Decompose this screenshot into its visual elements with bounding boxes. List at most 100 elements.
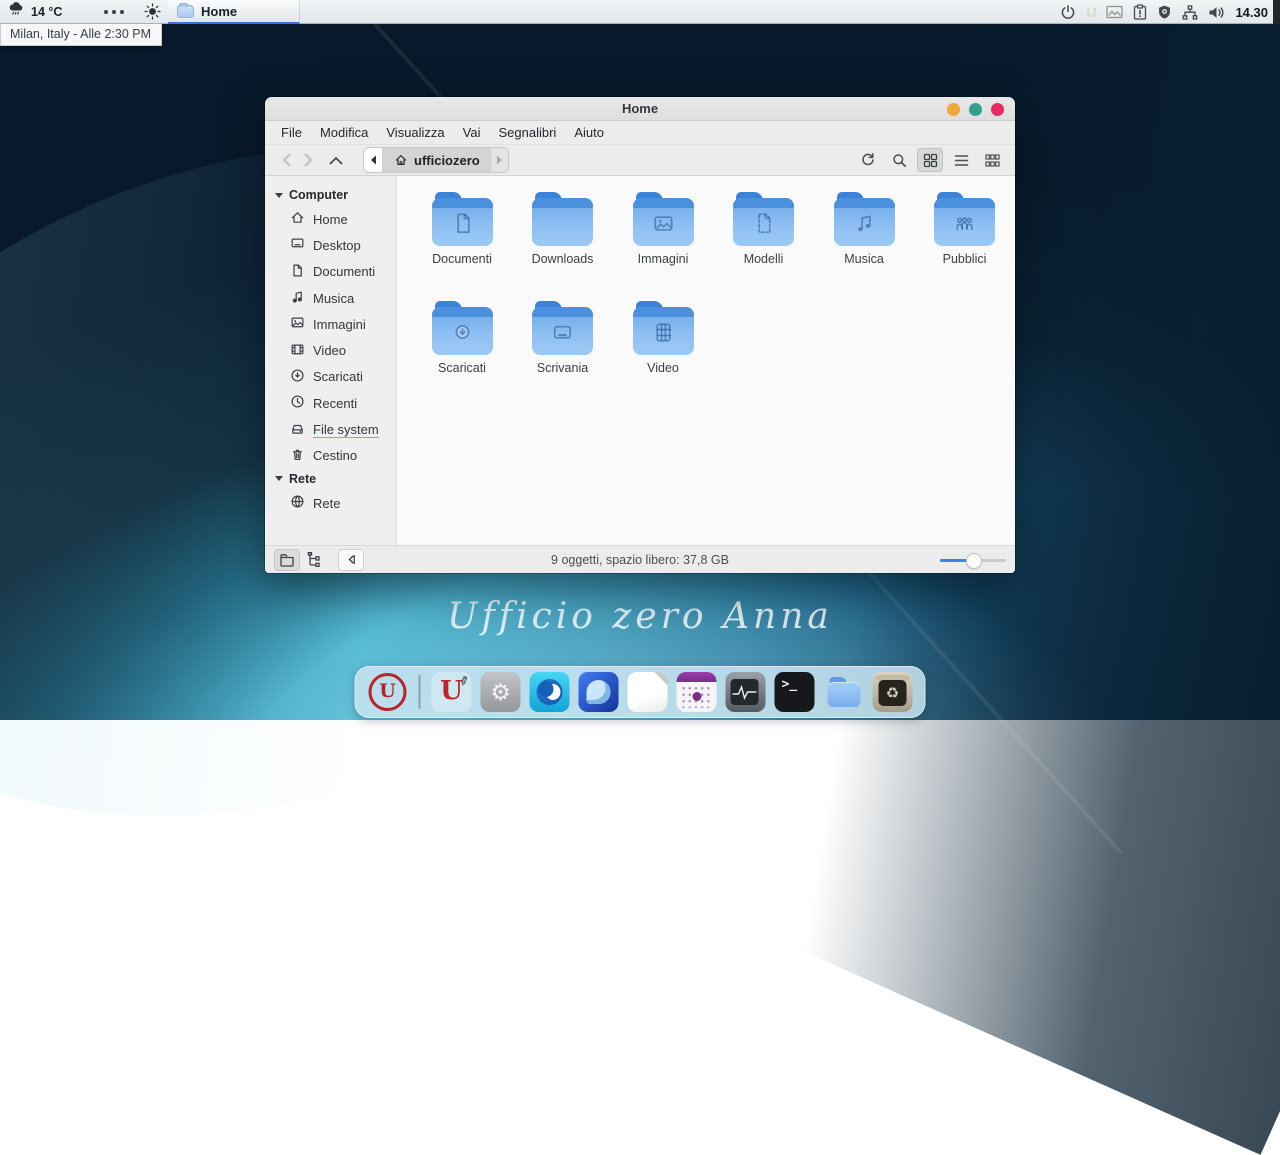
sidebar-item-label: File system — [313, 422, 379, 438]
dock-item-file-manager[interactable] — [824, 672, 864, 712]
dock-item-web-browser[interactable] — [530, 672, 570, 712]
sidebar-item-desktop[interactable]: Desktop — [265, 232, 396, 258]
minimize-button[interactable] — [947, 103, 960, 116]
image-glyph-icon — [650, 210, 677, 242]
sidebar-item-video[interactable]: Video — [265, 337, 396, 363]
sidebar-item-home[interactable]: Home — [265, 206, 396, 232]
sidebar-item-rete[interactable]: Rete — [265, 490, 396, 516]
clock-icon — [290, 394, 305, 412]
ufficiozero-updater-icon[interactable]: U — [1086, 4, 1096, 20]
dock-item-thunderbird-mail[interactable] — [579, 672, 619, 712]
sidebar-section-rete[interactable]: Rete — [265, 469, 396, 490]
wallpaper-signature: Ufficio zero Anna — [0, 596, 1280, 637]
menu-file[interactable]: File — [272, 123, 311, 142]
sidebar-item-file-system[interactable]: File system — [265, 416, 396, 442]
file-folder-documenti[interactable]: Documenti — [412, 189, 512, 298]
dock-item-settings[interactable]: ⚙ — [481, 672, 521, 712]
temperature-label: 14 °C — [31, 5, 62, 19]
power-icon[interactable] — [1060, 4, 1076, 20]
sidebar-item-label: Documenti — [313, 264, 375, 279]
maximize-button[interactable] — [969, 103, 982, 116]
dock-item-ufficiozero-menu[interactable]: U — [368, 672, 408, 712]
window-controls — [947, 97, 1004, 121]
hide-panel-button[interactable] — [338, 549, 364, 571]
template-glyph-icon — [750, 210, 777, 242]
document-icon — [290, 263, 305, 281]
music-icon — [290, 289, 305, 307]
file-folder-scaricati[interactable]: Scaricati — [412, 298, 512, 407]
file-folder-pubblici[interactable]: Pubblici — [915, 189, 1015, 298]
brightness-icon[interactable] — [144, 3, 161, 20]
sidebar-item-recenti[interactable]: Recenti — [265, 390, 396, 416]
show-desktop-button[interactable] — [1273, 0, 1280, 24]
file-folder-scrivania[interactable]: Scrivania — [513, 298, 613, 407]
file-label: Documenti — [412, 252, 512, 266]
weather-widget[interactable]: 14 °C — [0, 0, 70, 23]
list-view-button[interactable] — [948, 148, 974, 172]
folder-icon — [934, 192, 995, 248]
menu-vai[interactable]: Vai — [454, 123, 490, 142]
zoom-slider-handle[interactable] — [967, 554, 981, 568]
close-button[interactable] — [991, 103, 1004, 116]
window-titlebar[interactable]: Home — [265, 97, 1015, 121]
file-manager-window: Home FileModificaVisualizzaVaiSegnalibri… — [265, 97, 1015, 573]
sidebar-item-musica[interactable]: Musica — [265, 285, 396, 311]
clipboard-icon[interactable] — [1133, 4, 1147, 20]
dock-item-terminal[interactable]: >_ — [775, 672, 815, 712]
network-icon[interactable] — [1182, 5, 1198, 20]
folder-view[interactable]: DocumentiDownloadsImmaginiModelliMusicaP… — [397, 176, 1015, 545]
tree-pane-button[interactable] — [300, 549, 326, 571]
panel-menu-icon[interactable] — [104, 10, 124, 14]
sidebar-item-label: Musica — [313, 291, 354, 306]
menu-aiuto[interactable]: Aiuto — [565, 123, 613, 142]
sidebar-section-computer[interactable]: Computer — [265, 185, 396, 206]
folder-icon — [532, 301, 593, 357]
back-button[interactable] — [275, 148, 297, 172]
clock-label[interactable]: 14.30 — [1235, 5, 1268, 20]
video-icon — [290, 342, 305, 360]
places-pane-button[interactable] — [274, 549, 300, 571]
image-viewer-icon[interactable] — [1106, 5, 1123, 19]
sidebar-section-label: Computer — [289, 188, 348, 202]
path-scroll-left-button[interactable] — [364, 148, 383, 172]
home-icon — [290, 210, 305, 228]
file-folder-video[interactable]: Video — [613, 298, 713, 407]
dock-item-system-monitor[interactable] — [726, 672, 766, 712]
collapse-triangle-icon — [275, 193, 283, 198]
dock-item-uzl-launcher[interactable]: U✎ — [432, 672, 472, 712]
path-scroll-right-button[interactable] — [491, 148, 508, 172]
volume-icon[interactable] — [1208, 5, 1225, 20]
shield-security-icon[interactable] — [1157, 4, 1172, 20]
file-folder-musica[interactable]: Musica — [814, 189, 914, 298]
path-location-label: ufficiozero — [414, 153, 480, 168]
icon-view-button[interactable] — [917, 148, 943, 172]
sidebar-item-label: Rete — [313, 496, 340, 511]
up-button[interactable] — [325, 148, 347, 172]
sidebar-item-cestino[interactable]: Cestino — [265, 443, 396, 469]
menu-segnalibri[interactable]: Segnalibri — [490, 123, 566, 142]
reload-button[interactable] — [855, 148, 881, 172]
sidebar-item-scaricati[interactable]: Scaricati — [265, 364, 396, 390]
sidebar-item-documenti[interactable]: Documenti — [265, 259, 396, 285]
forward-button[interactable] — [297, 148, 319, 172]
status-text: 9 oggetti, spazio libero: 37,8 GB — [265, 553, 1015, 567]
system-tray: U 14.30 — [1060, 0, 1268, 24]
film-glyph-icon — [650, 319, 677, 351]
folder-icon — [633, 192, 694, 248]
window-title: Home — [622, 101, 658, 116]
menu-visualizza[interactable]: Visualizza — [377, 123, 453, 142]
dock-item-calendar[interactable] — [677, 672, 717, 712]
dock-item-trash[interactable]: ♻ — [873, 672, 913, 712]
zoom-slider[interactable] — [940, 546, 1006, 573]
compact-view-button[interactable] — [979, 148, 1005, 172]
file-folder-modelli[interactable]: Modelli — [714, 189, 814, 298]
dock-item-documents[interactable] — [628, 672, 668, 712]
search-button[interactable] — [886, 148, 912, 172]
sidebar-item-immagini[interactable]: Immagini — [265, 311, 396, 337]
path-segment-home[interactable]: ufficiozero — [383, 148, 491, 172]
menu-modifica[interactable]: Modifica — [311, 123, 377, 142]
taskbar-item-home[interactable]: Home — [168, 0, 300, 24]
path-bar: ufficiozero — [363, 147, 509, 173]
file-folder-immagini[interactable]: Immagini — [613, 189, 713, 298]
file-folder-downloads[interactable]: Downloads — [513, 189, 613, 298]
